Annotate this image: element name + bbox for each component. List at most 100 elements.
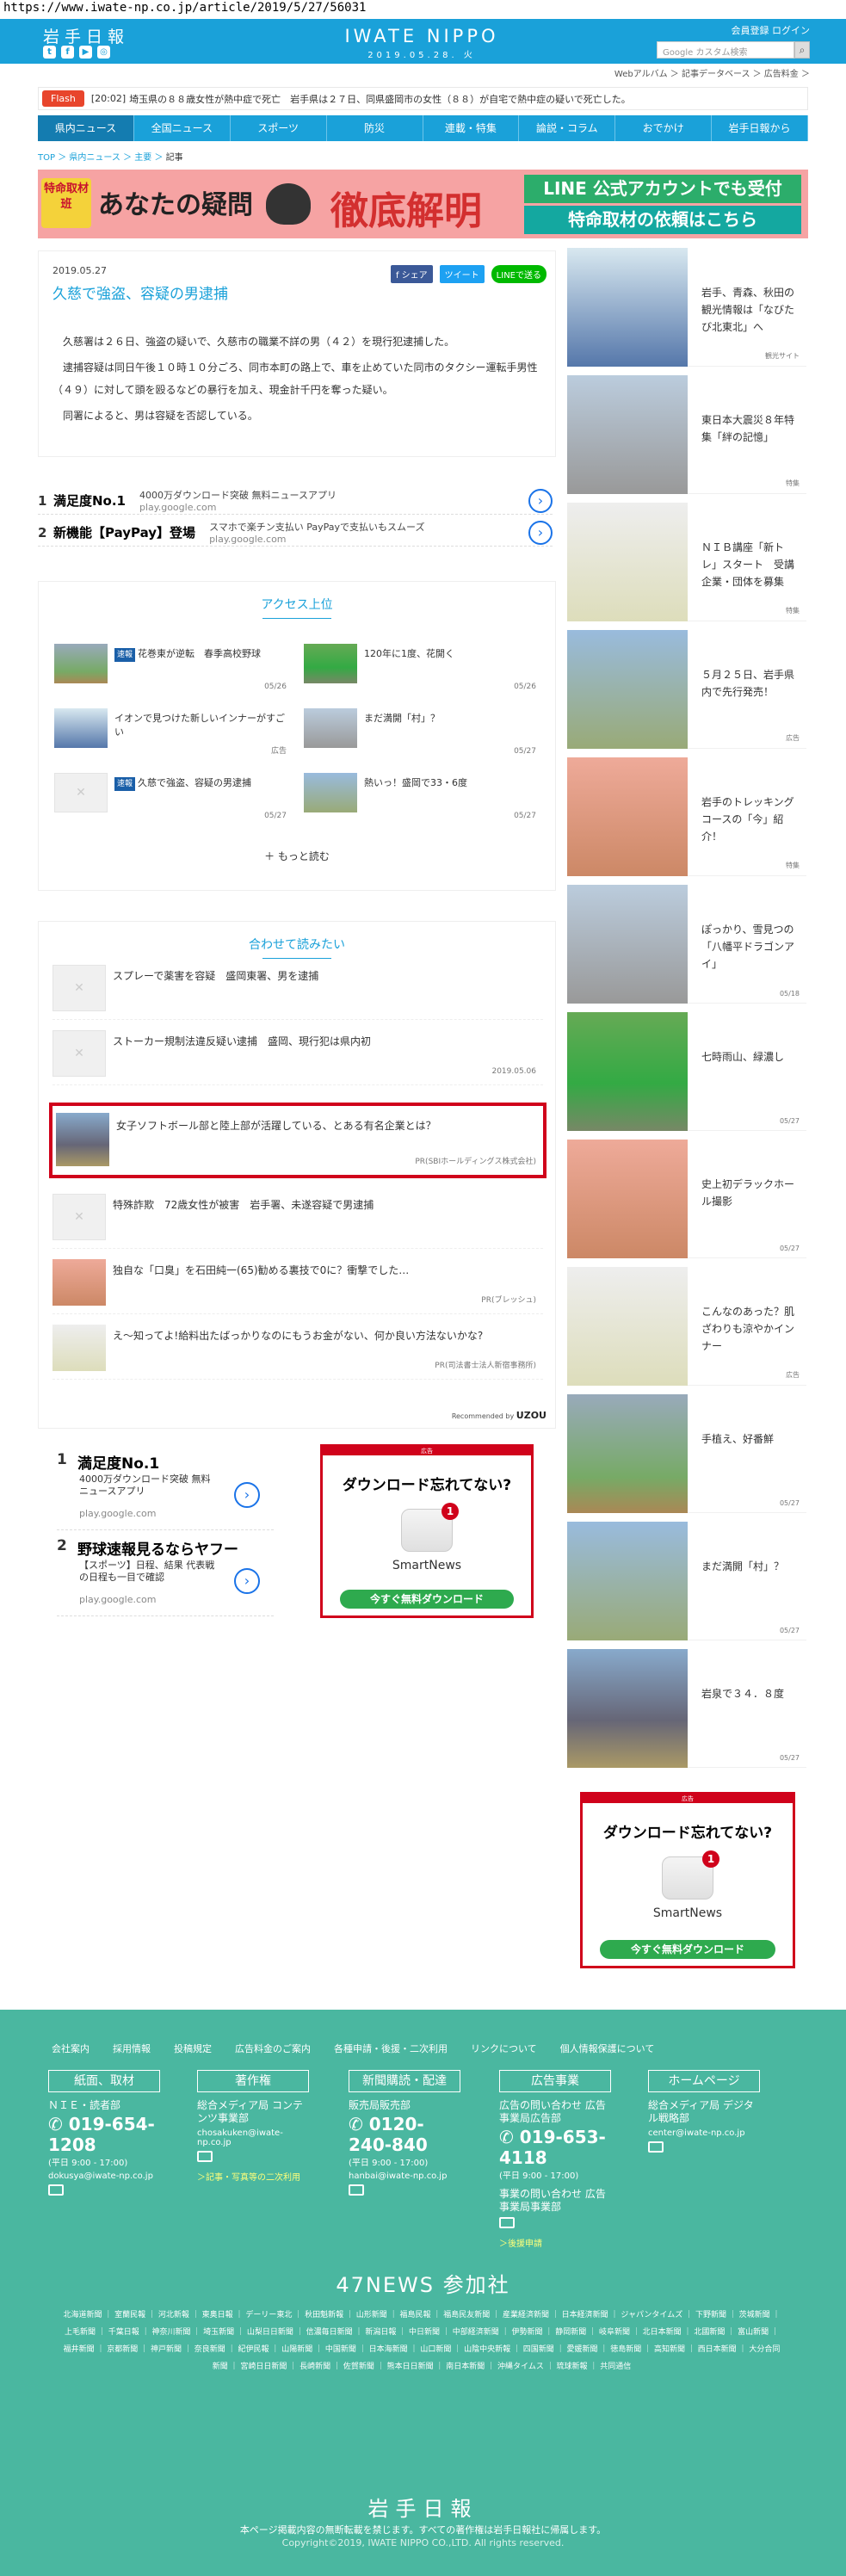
nav-item-prefecture[interactable]: 県内ニュース [38,115,134,141]
mail-icon[interactable] [648,2141,664,2153]
footer-link[interactable]: リンクについて [471,2042,537,2055]
ad-title[interactable]: 満足度No.1 [53,491,126,510]
email[interactable]: hanbai@iwate-np.co.jp [349,2171,460,2181]
flash-text[interactable]: 埼玉県の８８歳女性が熱中症で死亡 岩手県は２７日、同県盛岡市の女性（８８）が自宅… [129,92,631,106]
ranking-item[interactable]: 120年に1度、花開く 05/26 [304,644,536,691]
related-headline[interactable]: 女子ソフトボール部と陸上部が活躍している、とある有名企業とは？ [116,1118,538,1133]
phone-number[interactable]: ✆ 019-653-4118 [499,2127,611,2168]
download-button[interactable]: 今すぐ無料ダウンロード [600,1940,775,1959]
facebook-share-button[interactable]: f シェア [390,265,433,283]
sidebar-headline[interactable]: こんなのあった？肌ざわりも涼やかインナー [701,1303,800,1355]
sidebar-thumbnail[interactable] [567,1522,688,1640]
footer-link[interactable]: 投稿規定 [174,2042,212,2055]
sidebar-thumbnail[interactable] [567,885,688,1004]
footer-logo[interactable]: 岩手日報 [0,2492,846,2522]
nav-item-outing[interactable]: おでかけ [615,115,713,141]
more-button[interactable]: ＋ もっと読む [39,849,555,863]
sponsorship-link[interactable]: ＞後援申請 [499,2236,611,2249]
sidebar-item[interactable]: こんなのあった？肌ざわりも涼やかインナー 広告 [567,1267,806,1386]
footer-link[interactable]: 各種申請・後援・二次利用 [334,2042,448,2055]
site-logo[interactable]: 岩手日報 [43,24,129,47]
related-thumbnail[interactable] [52,1259,106,1306]
twitter-share-button[interactable]: ツイート [439,265,485,283]
phone-number[interactable]: ✆ 019-654-1208 [48,2114,160,2155]
sidebar-thumbnail[interactable] [567,1012,688,1131]
news47-papers[interactable]: 北海道新聞 ｜ 室蘭民報 ｜ 河北新報 ｜ 東奥日報 ｜ デーリー東北 ｜ 秋田… [60,2307,783,2375]
nav-item-column[interactable]: 論説・コラム [519,115,616,141]
sidebar-item[interactable]: ＮＩＢ講座「新トレ」スタート 受講企業・団体を募集 特集 [567,503,806,621]
ad-title[interactable]: 新機能【PayPay】登場 [53,523,195,541]
sidebar-item[interactable]: ５月２５日、岩手県内で先行発売！ 広告 [567,630,806,749]
ranking-thumbnail[interactable] [304,773,357,812]
mail-icon[interactable] [349,2184,364,2196]
nav-item-series[interactable]: 連載・特集 [423,115,520,141]
download-button[interactable]: 今すぐ無料ダウンロード [340,1590,514,1609]
related-item[interactable]: え～知ってよ!給料出たばっかりなのにもうお金がない、何か良い方法ないかな? PR… [52,1316,543,1380]
email[interactable]: center@iwate-np.co.jp [648,2128,760,2138]
promo-banner[interactable]: 特命取材班 あなたの疑問 徹底解明 LINE 公式アカウントでも受付 特命取材の… [38,170,808,238]
footer-link[interactable]: 個人情報保護について [560,2042,655,2055]
search-input[interactable]: Google カスタム検索 [657,41,794,59]
ranking-item[interactable]: 熱いっ！盛岡で33・6度 05/27 [304,773,536,820]
ranking-thumbnail[interactable] [304,708,357,748]
breadcrumb-top[interactable]: TOP [38,153,55,163]
footer-link[interactable]: 採用情報 [113,2042,151,2055]
image-placeholder-icon[interactable] [52,1030,106,1077]
sidebar-headline[interactable]: 岩泉で３４．８度 [701,1685,800,1702]
sidebar-item[interactable]: ぽっかり、雪見つの「八幡平ドラゴンアイ」 05/18 [567,885,806,1004]
nav-item-national[interactable]: 全国ニュース [134,115,231,141]
sidebar-thumbnail[interactable] [567,757,688,876]
smartnews-ad[interactable]: 広告 ダウンロード忘れてない? 1 SmartNews 今すぐ無料ダウンロード [580,1792,795,1968]
mail-icon[interactable] [197,2151,213,2162]
banner-request-button[interactable]: 特命取材の依頼はこちら [524,206,801,234]
related-headline[interactable]: スプレーで薬害を容疑 盛岡東署、男を逮捕 [113,968,534,983]
flash-news-bar[interactable]: Flash [20:02] 埼玉県の８８歳女性が熱中症で死亡 岩手県は２７日、同… [38,87,808,110]
sidebar-headline[interactable]: ぽっかり、雪見つの「八幡平ドラゴンアイ」 [701,921,800,973]
chevron-right-icon[interactable]: › [234,1482,260,1508]
youtube-icon[interactable]: ▶ [79,46,92,59]
ranking-headline[interactable]: 120年に1度、花開く [364,647,536,661]
google-ad[interactable]: 1 満足度No.1 4000万ダウンロード突破 無料ニュースアプリ play.g… [57,1444,274,1530]
footer-link[interactable]: 会社案内 [52,2042,90,2055]
sidebar-headline[interactable]: 七時雨山、緑濃し [701,1048,800,1066]
ranking-item[interactable]: 速報久慈で強盗、容疑の男逮捕 05/27 [54,773,287,820]
sidebar-headline[interactable]: 史上初デラックホール撮影 [701,1176,800,1210]
sidebar-headline[interactable]: 岩手のトレッキングコースの「今」紹介！ [701,794,800,845]
text-ad[interactable]: 1 満足度No.1 4000万ダウンロード突破 無料ニュースアプリ play.g… [38,487,553,515]
breadcrumb-main[interactable]: 主要 [134,153,151,163]
member-links[interactable]: 会員登録 ログイン [732,23,811,37]
sidebar-item[interactable]: 岩泉で３４．８度 05/27 [567,1649,806,1768]
related-headline[interactable]: ストーカー規制法違反疑い逮捕 盛岡、現行犯は県内初 [113,1034,534,1048]
sidebar-item[interactable]: 史上初デラックホール撮影 05/27 [567,1140,806,1258]
ranking-item[interactable]: イオンで見つけた新しいインナーがすごい 広告 [54,708,287,756]
ranking-headline[interactable]: イオンで見つけた新しいインナーがすごい [114,712,287,739]
sidebar-item[interactable]: 手植え、好番鮮 05/27 [567,1394,806,1513]
chevron-right-icon[interactable]: › [234,1568,260,1594]
sidebar-headline[interactable]: まだ満開「村」？ [701,1558,800,1575]
google-ad[interactable]: 2 野球速報見るならヤフー 【スポーツ】日程、結果 代表戦の日程も一目で確認 p… [57,1530,274,1616]
banner-line-button[interactable]: LINE 公式アカウントでも受付 [524,175,801,203]
ranking-thumbnail[interactable] [54,708,108,748]
sidebar-thumbnail[interactable] [567,503,688,621]
related-headline[interactable]: 特殊詐欺 72歳女性が被害 岩手署、未遂容疑で男逮捕 [113,1197,534,1212]
secondary-use-link[interactable]: ＞記事・写真等の二次利用 [197,2170,309,2183]
mail-icon[interactable] [499,2217,515,2228]
sidebar-thumbnail[interactable] [567,1649,688,1768]
footer-link[interactable]: 広告料金のご案内 [235,2042,311,2055]
sidebar-item[interactable]: 七時雨山、緑濃し 05/27 [567,1012,806,1131]
nav-item-disaster[interactable]: 防災 [327,115,423,141]
email[interactable]: dokusya@iwate-np.co.jp [48,2171,160,2181]
ranking-item[interactable]: まだ満開「村」？ 05/27 [304,708,536,756]
chevron-right-icon[interactable]: › [528,520,553,545]
image-placeholder-icon[interactable] [52,1194,106,1240]
facebook-icon[interactable]: f [61,46,74,59]
image-placeholder-icon[interactable] [52,965,106,1011]
related-item[interactable]: 独自な「口臭」を石田純一(65)勧める裏技で0に？衝撃でした… PR(ブレッシュ… [52,1251,543,1314]
sidebar-headline[interactable]: ５月２５日、岩手県内で先行発売！ [701,666,800,701]
related-thumbnail[interactable] [56,1113,109,1166]
related-thumbnail[interactable] [52,1325,106,1371]
smartnews-ad[interactable]: 広告 ダウンロード忘れてない? 1 SmartNews 今すぐ無料ダウンロード [320,1444,534,1618]
nav-item-from-nippo[interactable]: 岩手日報から [712,115,808,141]
related-headline[interactable]: え～知ってよ!給料出たばっかりなのにもうお金がない、何か良い方法ないかな? [113,1328,534,1343]
sidebar-thumbnail[interactable] [567,1267,688,1386]
